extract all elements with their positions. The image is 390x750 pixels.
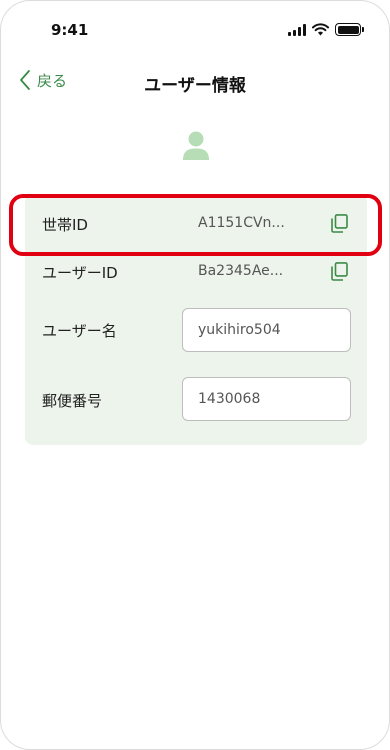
signal-bars-icon: [288, 23, 306, 36]
household-id-row: 世帯ID A1151CVn...: [25, 194, 367, 256]
postal-code-label: 郵便番号: [42, 392, 103, 410]
status-icons: [288, 23, 364, 36]
postal-code-row: 郵便番号: [25, 377, 367, 421]
user-id-value: Ba2345Ae...: [198, 263, 284, 279]
user-name-label: ユーザー名: [42, 322, 117, 340]
person-icon: [183, 131, 209, 160]
user-id-row: ユーザーID Ba2345Ae...: [25, 256, 367, 292]
household-id-label: 世帯ID: [42, 216, 88, 234]
nav-bar: 戻る ユーザー情報: [1, 63, 389, 103]
user-name-input[interactable]: [182, 308, 351, 352]
user-name-row: ユーザー名: [25, 308, 367, 352]
status-bar: 9:41: [1, 1, 389, 59]
postal-code-input[interactable]: [182, 377, 351, 421]
household-id-value: A1151CVn...: [198, 215, 285, 231]
phone-frame: 9:41 戻る ユーザー情報 世帯ID A1151CVn... ユーザーID B…: [0, 0, 390, 750]
battery-icon: [335, 23, 364, 36]
wifi-icon: [312, 23, 329, 36]
user-id-label: ユーザーID: [42, 264, 118, 282]
copy-icon[interactable]: [331, 214, 348, 233]
status-time: 9:41: [51, 21, 89, 39]
page-title: ユーザー情報: [144, 76, 246, 96]
copy-icon[interactable]: [331, 262, 348, 281]
